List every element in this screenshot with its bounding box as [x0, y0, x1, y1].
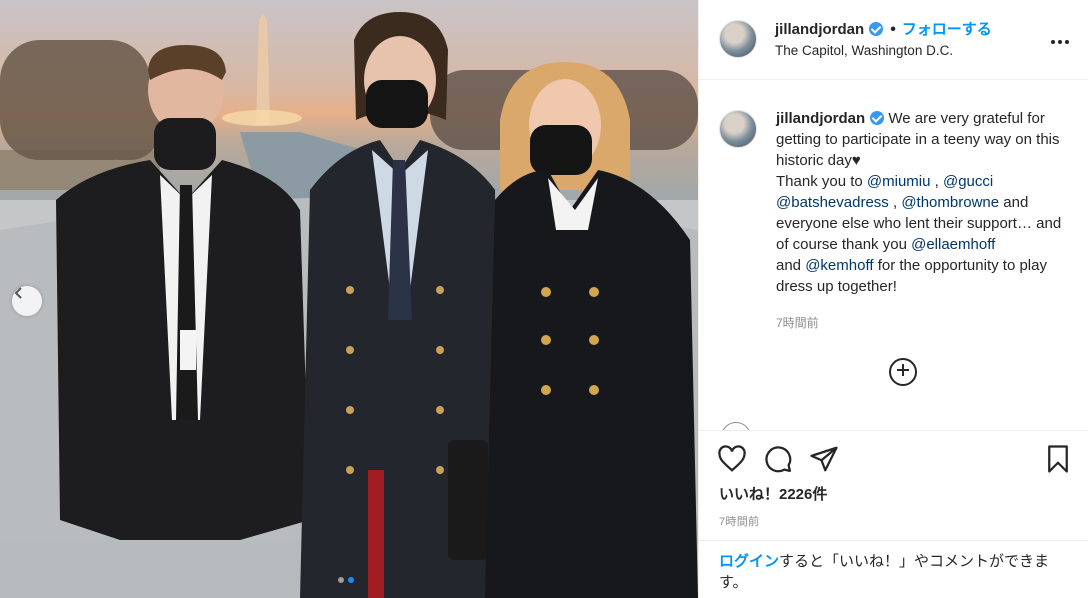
heart-icon	[717, 445, 747, 478]
caption-text: and	[776, 257, 806, 274]
more-options-button[interactable]	[1050, 28, 1070, 51]
mention-link[interactable]: @kemhoff	[805, 257, 873, 274]
location-link[interactable]: The Capitol, Washington D.C.	[775, 43, 953, 58]
plus-circle-icon	[896, 363, 910, 382]
caption-username-link[interactable]: jillandjordan	[776, 110, 865, 127]
carousel-dot	[338, 577, 344, 583]
likes-count[interactable]: いいね！2226件	[719, 483, 827, 504]
verified-badge-icon	[870, 111, 885, 125]
separator: •	[890, 21, 896, 38]
mention-link[interactable]: @batshevadress	[776, 194, 889, 211]
comments-section: jillandjordan We are very grateful for g…	[699, 80, 1088, 430]
photo-scene	[0, 12, 698, 598]
post-photo[interactable]	[0, 0, 698, 598]
share-icon	[809, 446, 839, 478]
carousel-prev-button[interactable]	[12, 286, 42, 316]
post-caption: jillandjordan We are very grateful for g…	[776, 108, 1072, 297]
comment-avatar[interactable]	[721, 422, 751, 430]
caption-time: 7時間前	[776, 316, 819, 330]
post-timestamp[interactable]: 7時間前	[719, 513, 759, 529]
comment-icon	[763, 446, 793, 478]
header-user-line: jillandjordan • フォローする	[775, 18, 992, 39]
mention-link[interactable]: @miumiu	[867, 173, 931, 190]
like-button[interactable]	[717, 444, 747, 474]
caption-text: ,	[930, 173, 943, 190]
caption-text: ,	[888, 194, 902, 211]
follow-button[interactable]: フォローする	[902, 21, 992, 38]
username-link[interactable]: jillandjordan	[775, 21, 864, 38]
mention-link[interactable]: @ellaemhoff	[911, 236, 995, 253]
verified-badge-icon	[869, 22, 884, 36]
mention-link[interactable]: @gucci	[943, 173, 993, 190]
more-horizontal-icon	[1050, 28, 1070, 50]
carousel-dot-active	[348, 577, 354, 583]
save-button[interactable]	[1043, 444, 1073, 474]
avatar[interactable]	[719, 20, 757, 58]
comment-button[interactable]	[763, 444, 793, 474]
login-link[interactable]: ログイン	[719, 553, 779, 570]
login-prompt: ログインすると「いいね！」やコメントができます。	[699, 540, 1088, 598]
mention-link[interactable]: @thombrowne	[901, 194, 999, 211]
post-header: jillandjordan • フォローする The Capitol, Washin…	[699, 0, 1088, 80]
load-more-comments-button[interactable]	[889, 358, 917, 386]
avatar[interactable]	[719, 110, 757, 148]
caption-text: Thank you to	[776, 173, 867, 190]
post-actions: いいね！2226件 7時間前	[699, 430, 1088, 540]
bookmark-icon	[1043, 445, 1073, 478]
carousel-indicator	[338, 577, 354, 583]
post-sidebar: jillandjordan • フォローする The Capitol, Washin…	[698, 0, 1088, 598]
share-button[interactable]	[809, 444, 839, 474]
